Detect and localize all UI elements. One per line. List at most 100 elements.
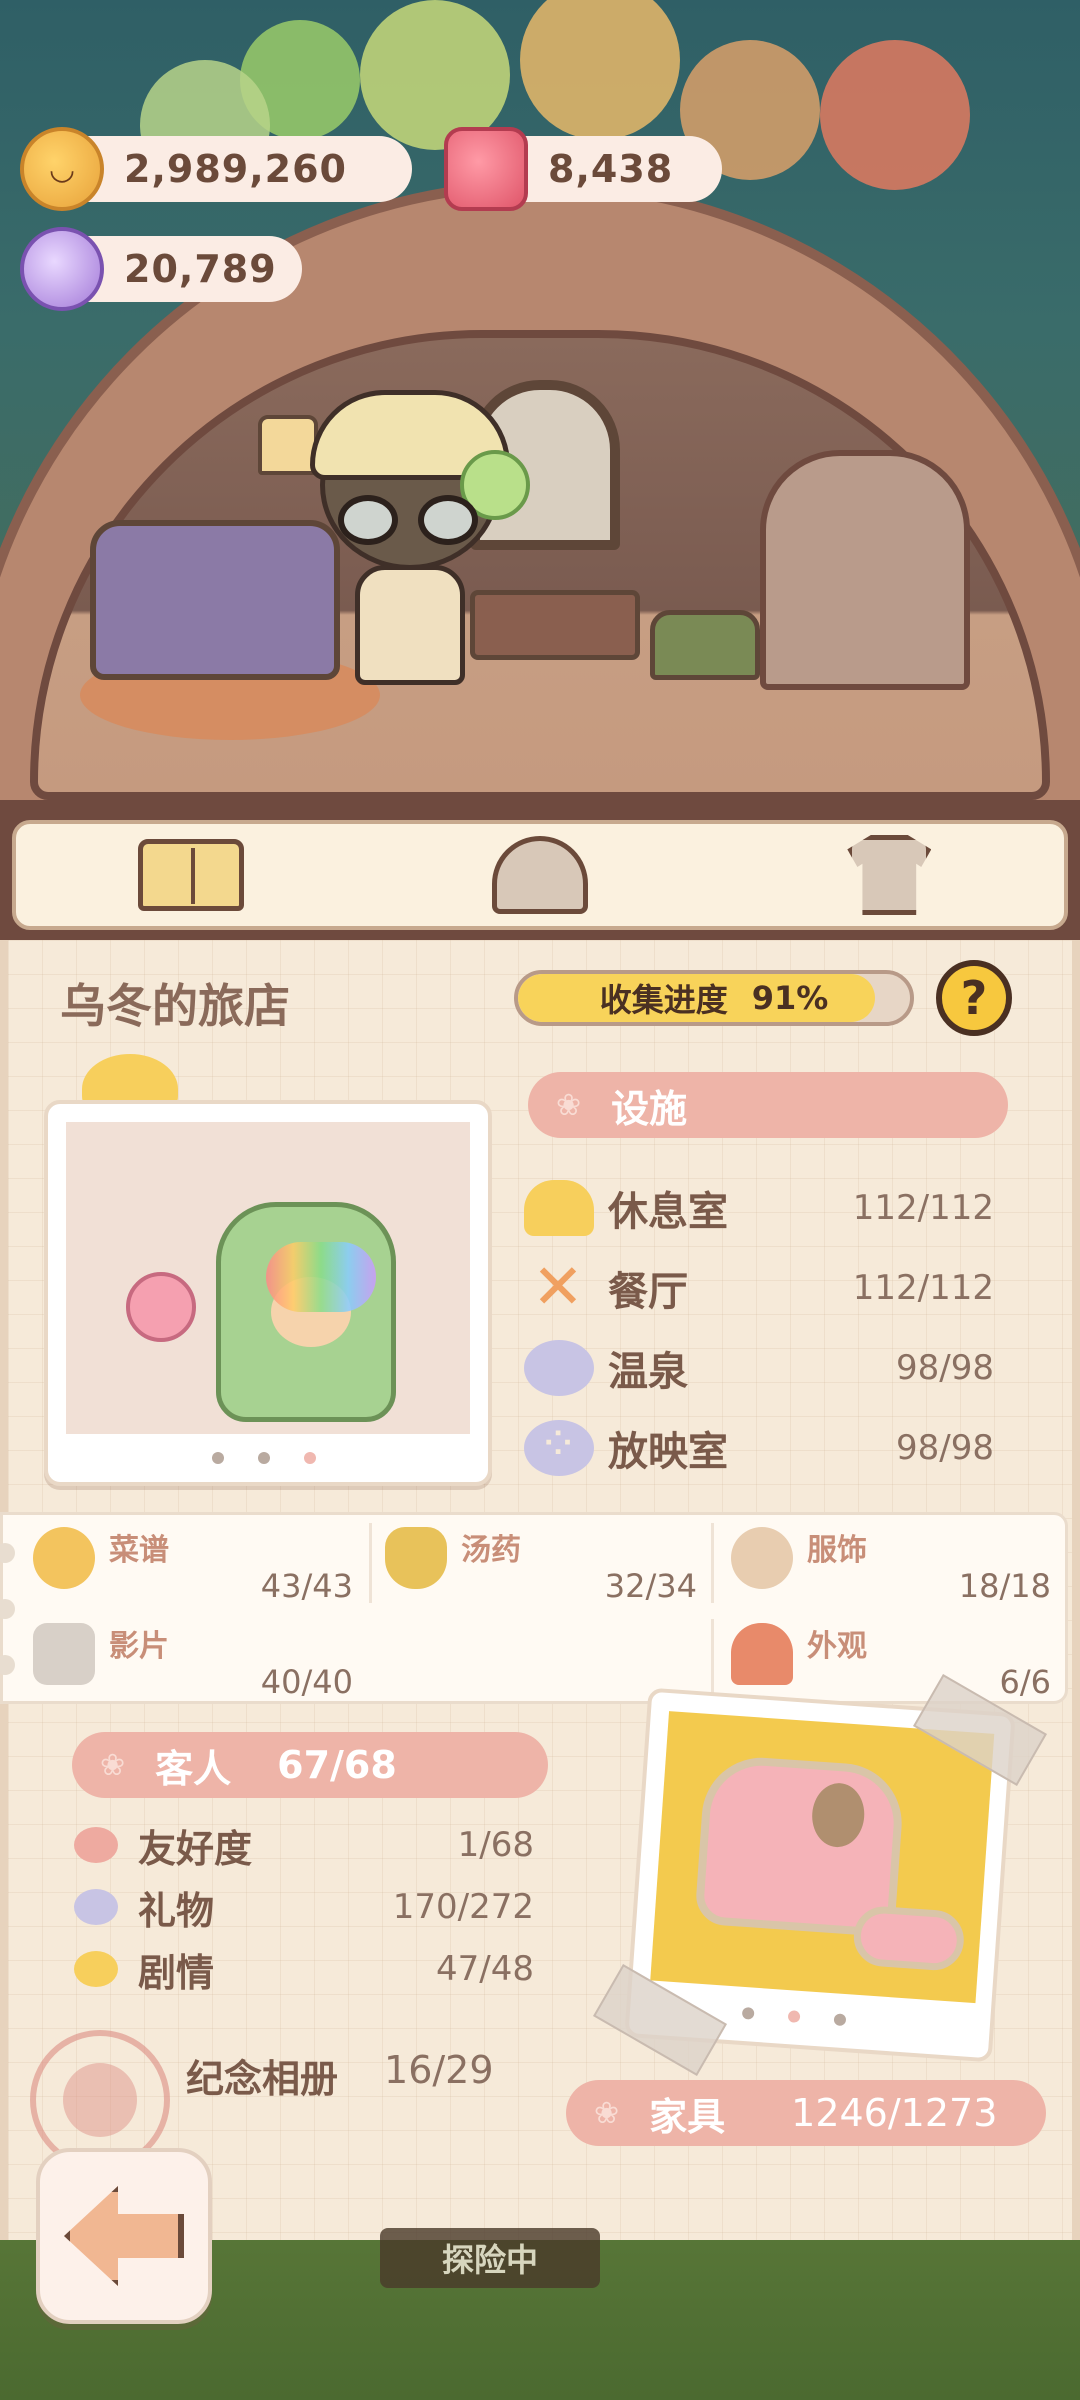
guest-story[interactable]: 剧情 47/48	[74, 1942, 534, 1996]
facilities-title: 设施	[611, 1086, 688, 1131]
jar-counter[interactable]: 8,438	[444, 127, 722, 211]
collection-count: 18/18	[958, 1567, 1051, 1605]
collection-potion[interactable]: 汤药 32/34	[385, 1521, 707, 1613]
photo-pager-dots[interactable]	[212, 1452, 316, 1464]
facility-rest-room[interactable]: 休息室 112/112	[524, 1174, 994, 1242]
facility-count: 112/112	[852, 1188, 994, 1228]
collection-progress-bar: 收集进度 91%	[514, 970, 914, 1026]
memory-album[interactable]: 纪念相册 16/29	[186, 2048, 494, 2103]
cinema-icon	[524, 1416, 594, 1476]
facility-cinema[interactable]: 放映室 98/98	[524, 1414, 994, 1482]
abacus-beads	[266, 1242, 376, 1312]
paw-icon: ❀	[594, 2095, 620, 2131]
furniture-pager-dots[interactable]	[741, 2006, 847, 2027]
collection-exterior[interactable]: 外观 6/6	[731, 1617, 1061, 1709]
chest	[650, 610, 760, 680]
bunny-toy-furniture	[216, 1202, 396, 1422]
facility-photo	[66, 1122, 470, 1434]
tree-bubble	[520, 0, 680, 140]
coin-amount: 2,989,260	[124, 147, 347, 191]
guests-title: 客人	[155, 1746, 232, 1791]
inn-title: 乌冬的旅店	[60, 979, 290, 1033]
coin-icon	[20, 127, 104, 211]
facility-label: 温泉	[608, 1349, 688, 1395]
heart-icon	[74, 1827, 118, 1863]
collection-film[interactable]: 影片 40/40	[33, 1617, 363, 1709]
back-arrow-icon	[64, 2186, 184, 2286]
restaurant-icon	[524, 1250, 594, 1323]
character-body	[355, 565, 465, 685]
facility-count: 98/98	[896, 1348, 994, 1388]
tab-bar-inner	[12, 820, 1068, 930]
pink-footstool	[851, 1904, 966, 1973]
guests-banner[interactable]: ❀ 客人 67/68	[72, 1732, 548, 1798]
furniture-count: 1246/1273	[791, 2091, 998, 2135]
furniture-photo	[650, 1711, 995, 2004]
candy-icon	[20, 227, 104, 311]
collection-label: 菜谱	[109, 1533, 169, 1568]
inn-room-scene	[0, 0, 1080, 820]
guest-stat-label: 剧情	[138, 1950, 215, 1995]
collection-recipe[interactable]: 菜谱 43/43	[33, 1521, 363, 1613]
candy-counter[interactable]: 20,789	[20, 227, 302, 311]
wardrobe	[760, 450, 970, 690]
tab-collection-book[interactable]	[136, 832, 246, 918]
tab-bar	[0, 800, 1080, 940]
facility-hot-spring[interactable]: 温泉 98/98	[524, 1334, 994, 1402]
recipe-icon	[33, 1527, 95, 1589]
hotel-icon	[491, 836, 588, 914]
facility-label: 放映室	[608, 1429, 728, 1475]
collection-label: 服饰	[807, 1533, 867, 1568]
facility-photo-card[interactable]	[44, 1100, 492, 1486]
jar-amount: 8,438	[548, 147, 674, 191]
shirt-icon	[847, 835, 932, 915]
collection-count: 43/43	[260, 1567, 353, 1605]
progress-text: 收集进度 91%	[518, 974, 910, 1022]
paw-icon: ❀	[100, 1747, 126, 1783]
candy-amount: 20,789	[124, 247, 277, 291]
collection-count: 32/34	[604, 1567, 697, 1605]
guest-stat-count: 1/68	[457, 1825, 534, 1865]
album-label: 纪念相册	[186, 2057, 339, 2101]
album-count: 16/29	[384, 2048, 494, 2092]
facility-count: 112/112	[852, 1268, 994, 1308]
facility-label: 休息室	[608, 1189, 728, 1235]
exterior-icon	[731, 1623, 793, 1685]
facility-restaurant[interactable]: 餐厅 112/112	[524, 1250, 994, 1323]
furniture-title: 家具	[649, 2094, 726, 2139]
book-icon	[137, 839, 244, 911]
guest-stat-label: 礼物	[138, 1888, 215, 1933]
tab-hotel[interactable]	[485, 832, 595, 918]
expedition-sign: 探险中	[380, 2228, 600, 2288]
facilities-banner: ❀ 设施	[528, 1072, 1008, 1138]
gift-heart-icon	[74, 1889, 118, 1925]
collection-label: 影片	[109, 1629, 169, 1664]
guest-friendship[interactable]: 友好度 1/68	[74, 1818, 534, 1872]
film-icon	[33, 1623, 95, 1685]
back-button[interactable]	[36, 2148, 212, 2324]
collection-strip: 菜谱 43/43 汤药 32/34 服饰 18/18 影片 40/40 外观 6…	[0, 1512, 1068, 1704]
innkeeper-character[interactable]	[310, 390, 530, 730]
facility-count: 98/98	[896, 1428, 994, 1468]
guest-stat-count: 170/272	[392, 1887, 534, 1927]
paw-icon: ❀	[556, 1087, 582, 1123]
guests-count: 67/68	[277, 1743, 397, 1787]
outfit-icon	[731, 1527, 793, 1589]
lamp	[258, 415, 318, 475]
hot-spring-icon	[524, 1340, 594, 1396]
collection-outfit[interactable]: 服饰 18/18	[731, 1521, 1061, 1613]
lollipop-flower	[126, 1272, 196, 1342]
coin-counter[interactable]: 2,989,260	[20, 127, 412, 211]
facility-label: 餐厅	[608, 1269, 688, 1315]
collection-label: 汤药	[461, 1533, 521, 1568]
guest-gifts[interactable]: 礼物 170/272	[74, 1880, 534, 1934]
furniture-banner[interactable]: ❀ 家具 1246/1273	[566, 2080, 1046, 2146]
collection-count: 6/6	[999, 1663, 1052, 1701]
tab-outfit[interactable]	[834, 832, 944, 918]
bed	[90, 520, 340, 680]
help-button[interactable]: ?	[936, 960, 1012, 1036]
potion-icon	[385, 1527, 447, 1589]
jelly-jar-icon	[444, 127, 528, 211]
guest-stat-count: 47/48	[436, 1949, 534, 1989]
story-heart-icon	[74, 1951, 118, 1987]
